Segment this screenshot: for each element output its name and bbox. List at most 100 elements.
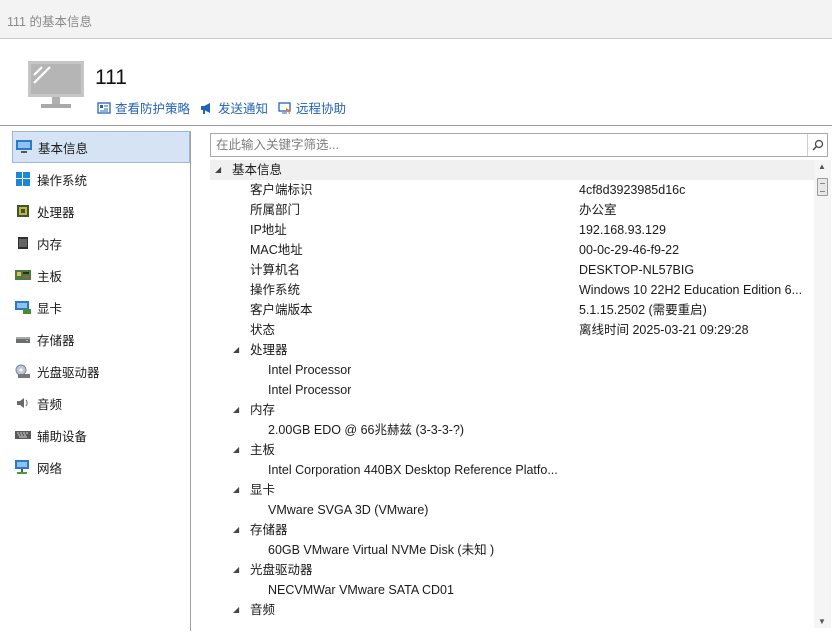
scroll-up-arrow-icon[interactable]: ▲ xyxy=(818,162,826,171)
collapse-triangle-icon[interactable]: ◢ xyxy=(233,520,239,540)
table-row[interactable]: 状态 离线时间 2025-03-21 09:29:28 xyxy=(210,320,814,340)
item-value: 60GB VMware Virtual NVMe Disk (未知 ) xyxy=(268,543,495,557)
table-row[interactable]: 客户端版本 5.1.15.2502 (需要重启) xyxy=(210,300,814,320)
field-value: 4cf8d3923985d16c xyxy=(579,183,686,197)
keyboard-icon xyxy=(15,427,31,443)
scroll-thumb[interactable] xyxy=(817,178,828,196)
field-value: 离线时间 2025-03-21 09:29:28 xyxy=(579,323,749,337)
field-value: 5.1.15.2502 (需要重启) xyxy=(579,303,707,317)
computer-monitor-icon xyxy=(28,61,84,108)
group-label: 光盘驱动器 xyxy=(250,563,313,577)
filter-search-input[interactable] xyxy=(211,134,801,156)
machine-name: 111 xyxy=(95,66,127,89)
field-label: 客户端标识 xyxy=(250,183,313,197)
sidebar-item-label: 光盘驱动器 xyxy=(37,365,100,380)
collapse-triangle-icon[interactable]: ◢ xyxy=(233,560,239,580)
category-sidebar: 基本信息 操作系统 处理器 内存 主板 显卡 存储器 光盘驱动器 音频 辅助设备… xyxy=(12,131,191,631)
sidebar-item-label: 网络 xyxy=(37,461,63,476)
memory-icon xyxy=(15,235,31,251)
info-tree: ◢ 基本信息 客户端标识 4cf8d3923985d16c 所属部门 办公室 IP地… xyxy=(210,160,814,630)
send-notice-link[interactable]: 发送通知 xyxy=(200,98,268,117)
tree-scrollbar[interactable]: ▲ ▼ xyxy=(814,160,831,628)
sidebar-item-memory[interactable]: 内存 xyxy=(12,227,190,259)
field-value: Windows 10 22H2 Education Edition 6... xyxy=(579,283,803,297)
collapse-triangle-icon[interactable]: ◢ xyxy=(233,340,239,360)
tree-group-row[interactable]: ◢ 显卡 xyxy=(210,480,814,500)
field-label: 操作系统 xyxy=(250,283,301,297)
field-label: 计算机名 xyxy=(250,263,301,277)
sidebar-item-graphics[interactable]: 显卡 xyxy=(12,291,190,323)
list-item[interactable]: 2.00GB EDO @ 66兆赫兹 (3-3-3-?) xyxy=(210,420,814,440)
window-title: 111 的基本信息 xyxy=(7,15,92,29)
policy-icon xyxy=(97,101,111,114)
sidebar-item-audio[interactable]: 音频 xyxy=(12,387,190,419)
sidebar-item-storage[interactable]: 存储器 xyxy=(12,323,190,355)
group-label: 处理器 xyxy=(250,343,288,357)
remote-assist-icon xyxy=(278,101,292,114)
list-item[interactable]: Intel Processor xyxy=(210,380,814,400)
view-policy-link[interactable]: 查看防护策略 xyxy=(97,98,190,117)
collapse-triangle-icon[interactable]: ◢ xyxy=(233,600,239,620)
scroll-down-arrow-icon[interactable]: ▼ xyxy=(818,617,826,626)
item-value: Intel Corporation 440BX Desktop Referenc… xyxy=(268,463,558,477)
item-value: VMware SVGA 3D (VMware) xyxy=(268,503,429,517)
list-item[interactable]: 60GB VMware Virtual NVMe Disk (未知 ) xyxy=(210,540,814,560)
filter-search-box xyxy=(210,133,828,157)
sidebar-item-label: 存储器 xyxy=(37,333,75,348)
collapse-triangle-icon[interactable]: ◢ xyxy=(233,480,239,500)
sidebar-item-label: 处理器 xyxy=(37,205,75,220)
tree-group-row[interactable]: ◢ 音频 xyxy=(210,600,814,620)
sidebar-item-label: 基本信息 xyxy=(38,141,89,156)
sidebar-item-basic-info[interactable]: 基本信息 xyxy=(12,131,190,163)
windows-icon xyxy=(15,171,31,187)
tree-group-row[interactable]: ◢ 处理器 xyxy=(210,340,814,360)
sidebar-item-os[interactable]: 操作系统 xyxy=(12,163,190,195)
table-row[interactable]: IP地址 192.168.93.129 xyxy=(210,220,814,240)
group-label: 显卡 xyxy=(250,483,276,497)
tree-group-row[interactable]: ◢ 内存 xyxy=(210,400,814,420)
table-row[interactable]: 操作系统 Windows 10 22H2 Education Edition 6.… xyxy=(210,280,814,300)
search-icon[interactable] xyxy=(807,134,827,156)
table-row[interactable]: 客户端标识 4cf8d3923985d16c xyxy=(210,180,814,200)
collapse-triangle-icon[interactable]: ◢ xyxy=(215,160,221,180)
item-value: 2.00GB EDO @ 66兆赫兹 (3-3-3-?) xyxy=(268,423,465,437)
monitor-icon xyxy=(16,139,32,155)
window-titlebar: 111 的基本信息 xyxy=(0,0,832,39)
sidebar-item-label: 操作系统 xyxy=(37,173,88,188)
storage-icon xyxy=(15,331,31,347)
collapse-triangle-icon[interactable]: ◢ xyxy=(233,400,239,420)
field-value: 办公室 xyxy=(579,203,617,217)
sidebar-item-network[interactable]: 网络 xyxy=(12,451,190,483)
collapse-triangle-icon[interactable]: ◢ xyxy=(233,440,239,460)
field-label: MAC地址 xyxy=(250,243,303,257)
remote-assist-link[interactable]: 远程协助 xyxy=(278,98,346,117)
sidebar-item-label: 主板 xyxy=(37,269,63,284)
network-icon xyxy=(15,459,31,475)
sidebar-item-label: 辅助设备 xyxy=(37,429,88,444)
list-item[interactable]: NECVMWar VMware SATA CD01 xyxy=(210,580,814,600)
tree-group-row[interactable]: ◢ 存储器 xyxy=(210,520,814,540)
table-row[interactable]: 所属部门 办公室 xyxy=(210,200,814,220)
group-label: 主板 xyxy=(250,443,276,457)
group-label: 存储器 xyxy=(250,523,288,537)
sidebar-item-cpu[interactable]: 处理器 xyxy=(12,195,190,227)
field-label: 客户端版本 xyxy=(250,303,313,317)
sidebar-item-motherboard[interactable]: 主板 xyxy=(12,259,190,291)
table-row[interactable]: MAC地址 00-0c-29-46-f9-22 xyxy=(210,240,814,260)
sidebar-item-peripherals[interactable]: 辅助设备 xyxy=(12,419,190,451)
list-item[interactable]: VMware SVGA 3D (VMware) xyxy=(210,500,814,520)
table-row[interactable]: 计算机名 DESKTOP-NL57BIG xyxy=(210,260,814,280)
field-label: 状态 xyxy=(250,323,276,337)
field-value: DESKTOP-NL57BIG xyxy=(579,263,695,277)
tree-group-row[interactable]: ◢ 光盘驱动器 xyxy=(210,560,814,580)
list-item[interactable]: Intel Processor xyxy=(210,360,814,380)
field-value: 00-0c-29-46-f9-22 xyxy=(579,243,680,257)
sidebar-item-optical-drive[interactable]: 光盘驱动器 xyxy=(12,355,190,387)
audio-icon xyxy=(15,395,31,411)
item-value: NECVMWar VMware SATA CD01 xyxy=(268,583,454,597)
tree-group-row[interactable]: ◢ 主板 xyxy=(210,440,814,460)
field-label: 所属部门 xyxy=(250,203,301,217)
tree-root-row[interactable]: ◢ 基本信息 xyxy=(210,160,814,180)
list-item[interactable]: Intel Corporation 440BX Desktop Referenc… xyxy=(210,460,814,480)
field-value: 192.168.93.129 xyxy=(579,223,666,237)
